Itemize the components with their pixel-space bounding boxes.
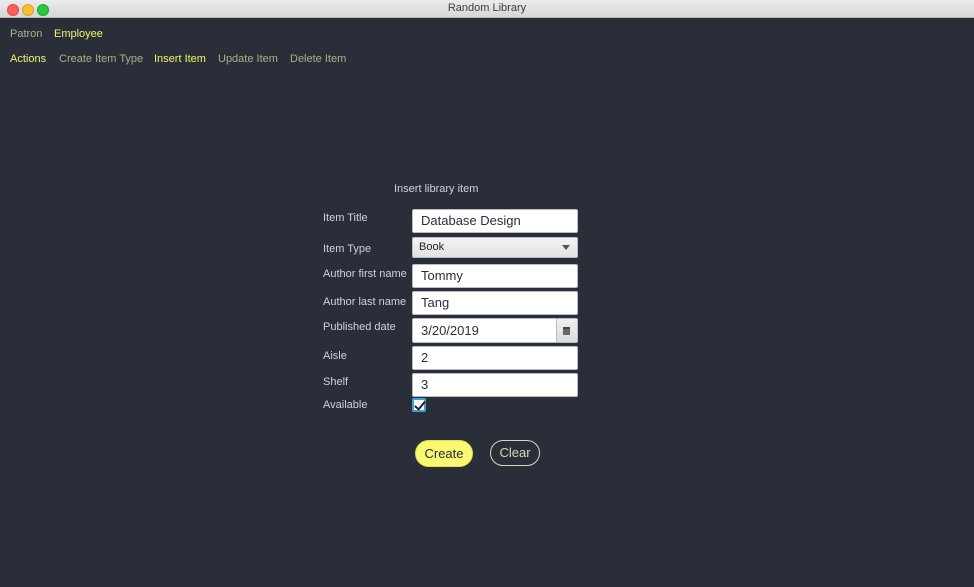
item-type-label: Item Type: [323, 243, 372, 255]
published-date-picker: 3/20/2019: [412, 318, 578, 343]
available-label: Available: [323, 399, 368, 411]
title-bar: Random Library: [0, 0, 974, 18]
chevron-down-icon: [562, 245, 570, 250]
aisle-label: Aisle: [323, 350, 347, 362]
item-type-value: Book: [419, 241, 445, 253]
author-last-name-input[interactable]: Tang: [412, 291, 578, 315]
author-first-name-input[interactable]: Tommy: [412, 264, 578, 288]
checkmark-icon: [414, 398, 426, 411]
window-title: Random Library: [447, 2, 527, 14]
tab-employee[interactable]: Employee: [54, 28, 103, 40]
available-checkbox[interactable]: [412, 398, 426, 412]
clear-button[interactable]: Clear: [490, 440, 540, 466]
author-last-name-label: Author last name: [323, 296, 407, 308]
tab-delete-item[interactable]: Delete Item: [290, 53, 346, 65]
form-title: Insert library item: [394, 183, 479, 195]
calendar-icon: [563, 327, 570, 335]
calendar-button[interactable]: [556, 319, 577, 342]
author-first-name-label: Author first name: [323, 268, 407, 280]
tab-actions[interactable]: Actions: [10, 53, 46, 65]
published-date-label: Published date: [323, 321, 396, 333]
tab-insert-item[interactable]: Insert Item: [154, 53, 206, 65]
app-window: Random Library Patron Employee Actions C…: [0, 0, 974, 587]
published-date-input[interactable]: 3/20/2019: [413, 319, 557, 342]
create-button[interactable]: Create: [415, 440, 473, 467]
item-type-select[interactable]: Book: [412, 237, 578, 258]
tab-create-item-type[interactable]: Create Item Type: [59, 53, 143, 65]
shelf-input[interactable]: 3: [412, 373, 578, 397]
item-title-label: Item Title: [323, 212, 368, 224]
aisle-input[interactable]: 2: [412, 346, 578, 370]
tab-patron[interactable]: Patron: [10, 28, 42, 40]
tab-update-item[interactable]: Update Item: [218, 53, 278, 65]
shelf-label: Shelf: [323, 376, 349, 388]
item-title-input[interactable]: Database Design: [412, 209, 578, 233]
